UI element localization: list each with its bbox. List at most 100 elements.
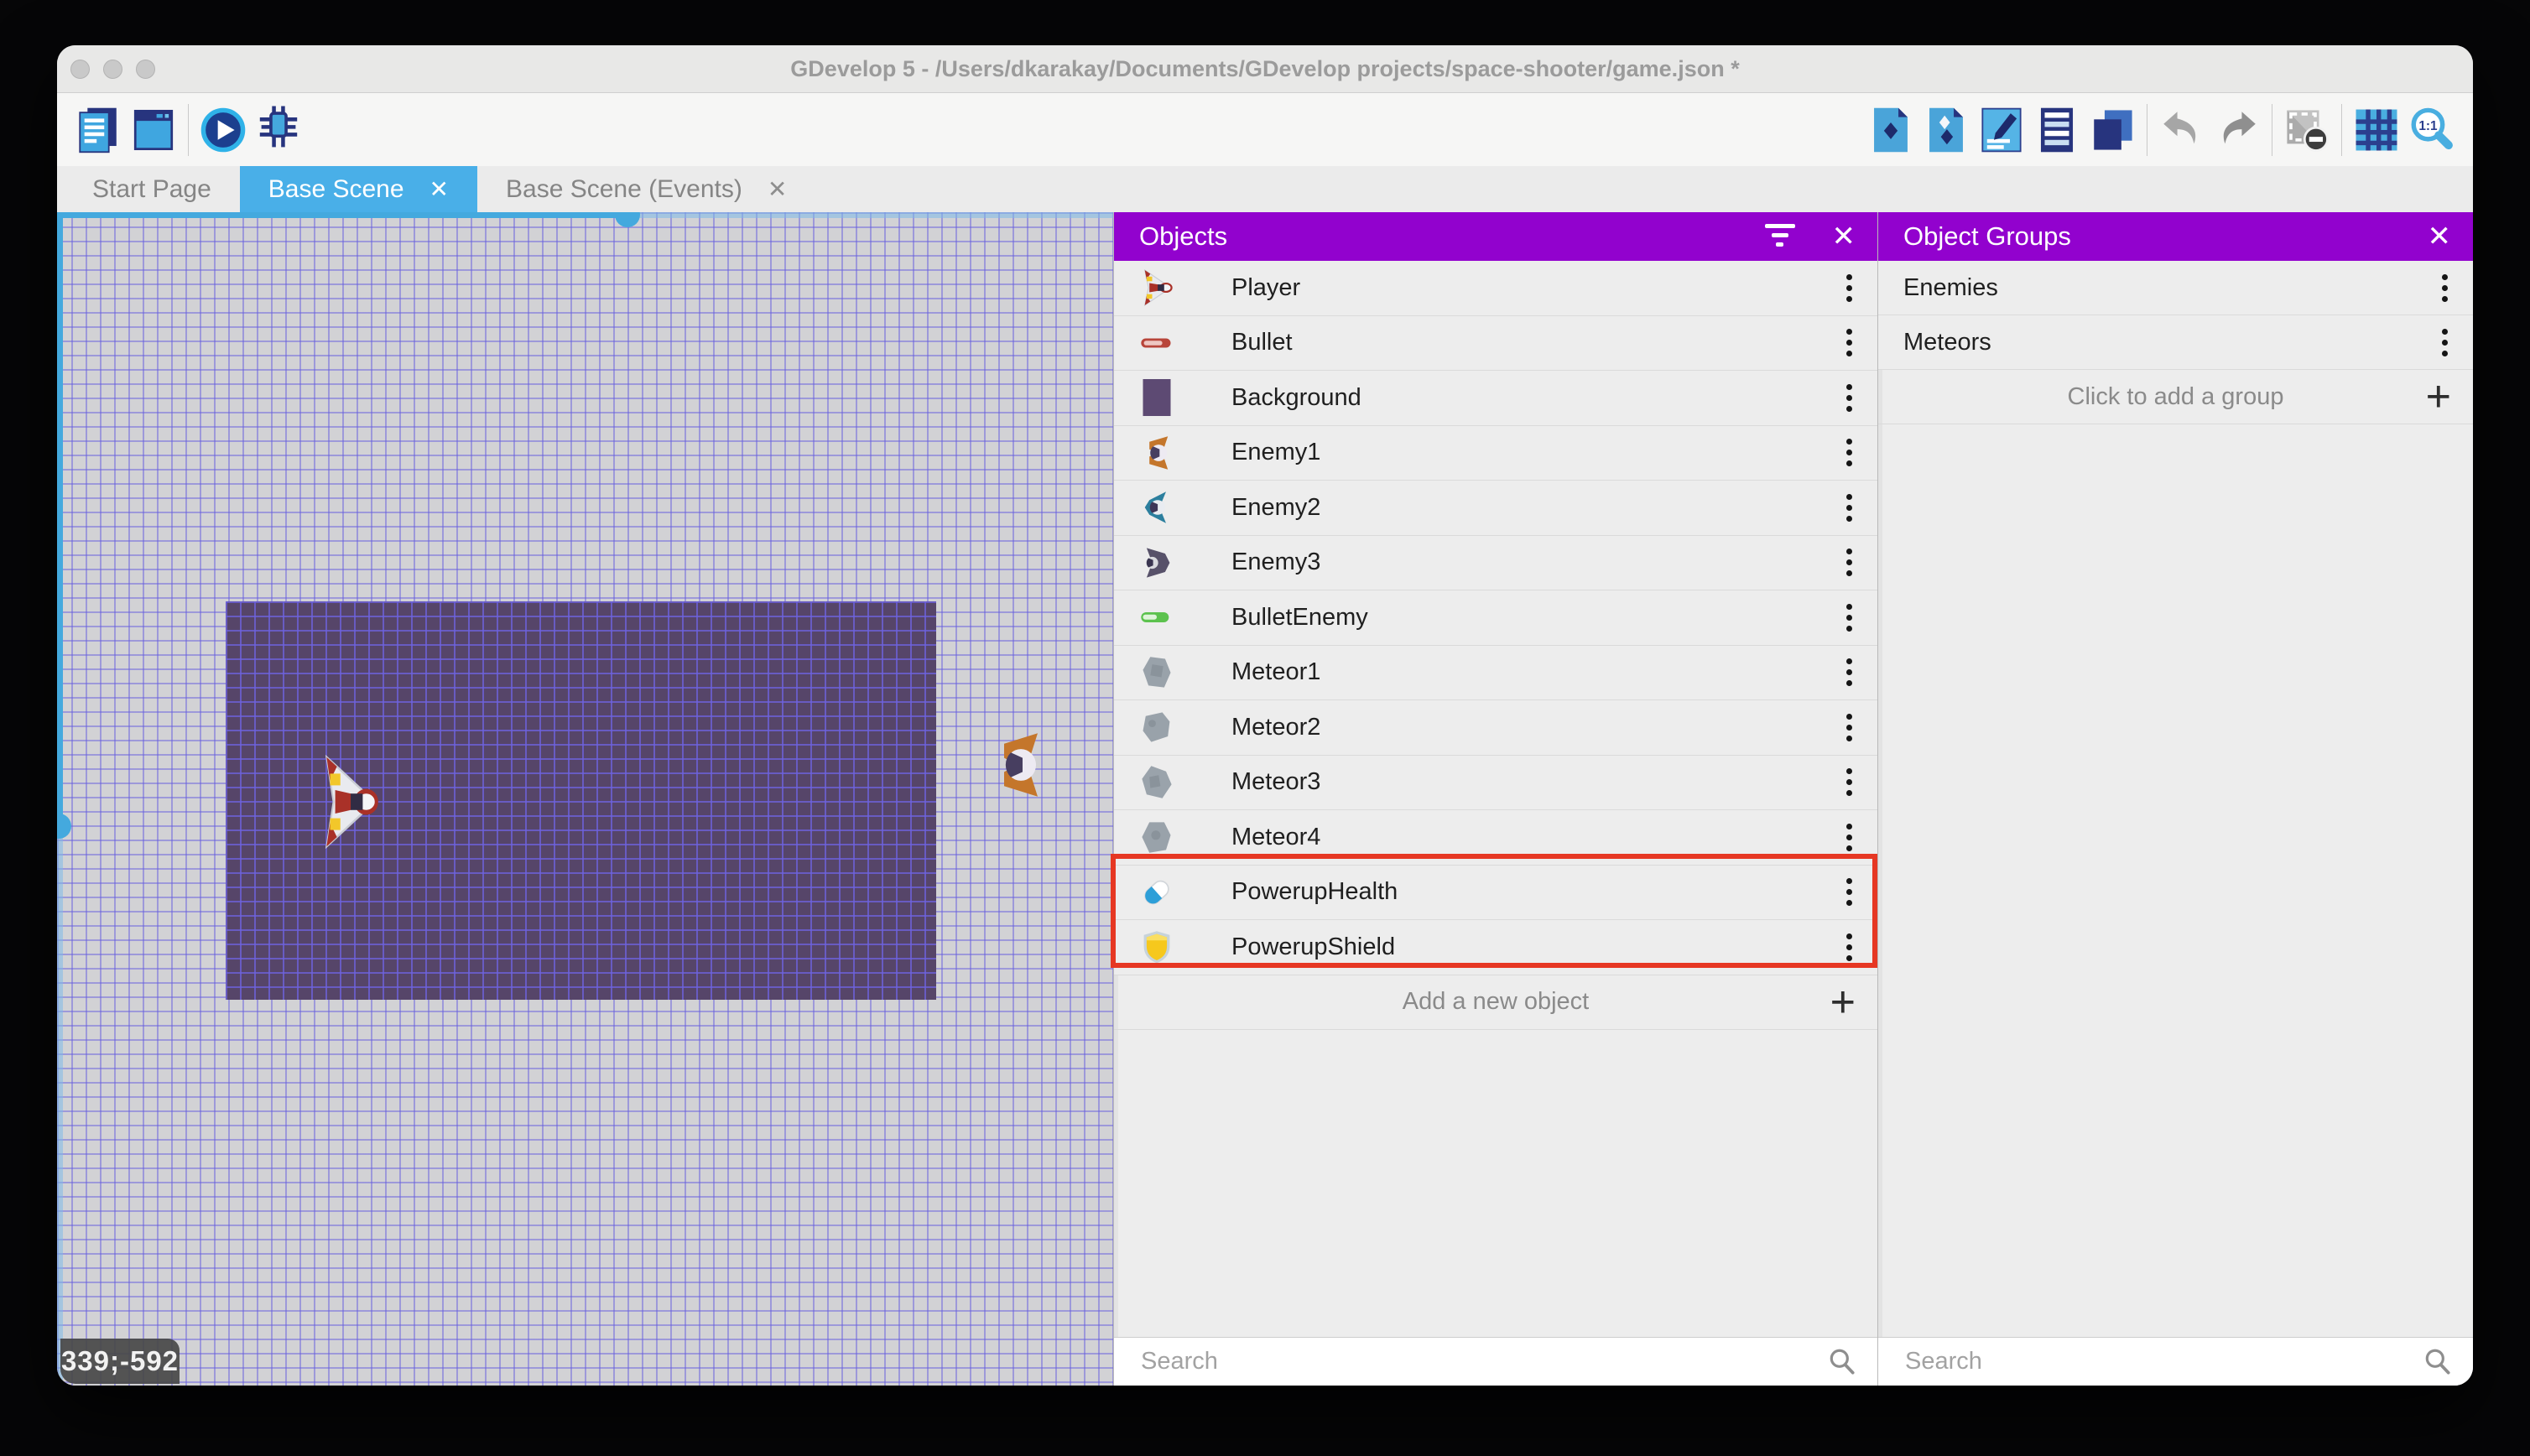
resize-handle-left[interactable] <box>57 814 71 839</box>
object-menu-button[interactable] <box>1846 273 1852 302</box>
properties-icon <box>1981 107 2022 152</box>
plus-icon[interactable]: + <box>2426 375 2451 419</box>
object-row-poweruphealth[interactable]: PowerupHealth <box>1114 865 1877 920</box>
enemy1-ship-icon <box>1004 733 1038 797</box>
objects-list: Player Bullet Background Enemy1 Enemy2 Enemy3… <box>1114 261 1877 975</box>
search-icon <box>2425 1349 2450 1375</box>
objects-search-input[interactable] <box>1139 1347 1827 1376</box>
add-object-label: Add a new object <box>1402 988 1590 1015</box>
object-menu-button[interactable] <box>1846 768 1852 797</box>
object-menu-button[interactable] <box>1846 878 1852 907</box>
tab-label: Base Scene (Events) <box>506 174 742 203</box>
plus-icon[interactable]: + <box>1830 980 1856 1024</box>
enemy1-instance[interactable] <box>984 730 1051 800</box>
cursor-coordinates: 339;-592 <box>60 1339 180 1384</box>
scene-canvas[interactable]: 339;-592 <box>57 212 1113 1386</box>
redo-icon <box>2223 111 2256 143</box>
object-menu-button[interactable] <box>1846 329 1852 357</box>
layers-button[interactable] <box>2085 102 2140 158</box>
objects-editor-button[interactable] <box>1863 102 1918 158</box>
object-groups-editor-button[interactable] <box>1918 102 1974 158</box>
editor-content: 339;-592 Objects ✕ Player Bullet Backgroun… <box>57 212 2473 1386</box>
objects-panel: Objects ✕ Player Bullet Background Enemy1 En… <box>1111 212 1877 1386</box>
debug-icon <box>259 105 298 147</box>
object-row-player[interactable]: Player <box>1114 261 1877 316</box>
layers-icon <box>2094 109 2132 150</box>
object-row-enemy2[interactable]: Enemy2 <box>1114 481 1877 536</box>
objects-panel-title: Objects <box>1139 221 1228 251</box>
player-ship-icon <box>1137 268 1176 307</box>
selection-edge-top <box>57 212 1113 218</box>
resize-handle-top[interactable] <box>615 212 640 227</box>
object-row-bulletenemy[interactable]: BulletEnemy <box>1114 590 1877 646</box>
object-menu-button[interactable] <box>1846 603 1852 632</box>
tab-start-page[interactable]: Start Page <box>64 166 240 212</box>
object-menu-button[interactable] <box>1846 823 1852 851</box>
group-menu-button[interactable] <box>2442 273 2448 302</box>
object-label: Meteor3 <box>1231 768 1321 796</box>
gdevelop-window: GDevelop 5 - /Users/dkarakay/Documents/G… <box>57 45 2473 1386</box>
group-menu-button[interactable] <box>2442 328 2448 356</box>
object-menu-button[interactable] <box>1846 383 1852 412</box>
instances-list-icon <box>2040 107 2074 152</box>
project-manager-icon <box>79 107 117 153</box>
filter-icon[interactable] <box>1763 224 1797 249</box>
preview-play-button[interactable] <box>195 102 251 158</box>
redo-button[interactable] <box>2210 102 2265 158</box>
zoom-1-1-icon: 1:1 <box>2411 107 2453 149</box>
object-groups-editor-icon <box>1929 107 1963 152</box>
undo-icon <box>2163 111 2196 143</box>
object-label: Background <box>1231 383 1361 411</box>
object-row-enemy1[interactable]: Enemy1 <box>1114 425 1877 481</box>
project-manager-button[interactable] <box>70 102 126 158</box>
object-row-meteor2[interactable]: Meteor2 <box>1114 700 1877 756</box>
object-row-meteor3[interactable]: Meteor3 <box>1114 755 1877 810</box>
undo-button[interactable] <box>2154 102 2210 158</box>
tab-base-scene[interactable]: Base Scene ✕ <box>239 166 478 212</box>
desktop: GDevelop 5 - /Users/dkarakay/Documents/G… <box>0 0 2530 1456</box>
object-menu-button[interactable] <box>1846 493 1852 522</box>
close-icon[interactable]: ✕ <box>1832 222 1856 251</box>
object-row-background[interactable]: Background <box>1114 371 1877 426</box>
object-menu-button[interactable] <box>1846 933 1852 961</box>
add-group-row[interactable]: Click to add a group + <box>1878 370 2473 424</box>
group-row-enemies[interactable]: Enemies <box>1878 261 2473 315</box>
toolbar-separator <box>188 103 189 156</box>
object-menu-button[interactable] <box>1846 439 1852 467</box>
object-menu-button[interactable] <box>1846 658 1852 687</box>
object-label: PowerupHealth <box>1231 878 1398 906</box>
groups-search-bar <box>1878 1337 2473 1386</box>
player-instance[interactable] <box>315 754 383 850</box>
group-row-meteors[interactable]: Meteors <box>1878 315 2473 370</box>
object-row-powerupshield[interactable]: PowerupShield <box>1114 920 1877 975</box>
tab-base-scene-events[interactable]: Base Scene (Events) ✕ <box>477 166 815 212</box>
window-mask-icon <box>2287 109 2329 152</box>
object-menu-button[interactable] <box>1846 713 1852 741</box>
tab-close-icon[interactable]: ✕ <box>768 175 787 203</box>
toolbar-separator <box>2341 103 2342 156</box>
close-icon[interactable]: ✕ <box>2428 222 2452 251</box>
objects-panel-header: Objects ✕ <box>1114 212 1877 261</box>
object-row-bullet[interactable]: Bullet <box>1114 315 1877 371</box>
properties-button[interactable] <box>1974 102 2029 158</box>
search-icon <box>1830 1349 1855 1375</box>
group-label: Meteors <box>1903 328 1991 356</box>
object-row-meteor4[interactable]: Meteor4 <box>1114 810 1877 866</box>
zoom-1-1-button[interactable]: 1:1 <box>2404 102 2460 158</box>
add-object-row[interactable]: Add a new object + <box>1114 975 1877 1030</box>
object-menu-button[interactable] <box>1846 549 1852 577</box>
window-mask-button[interactable] <box>2279 102 2335 158</box>
export-project-button[interactable] <box>126 102 181 158</box>
object-row-enemy3[interactable]: Enemy3 <box>1114 535 1877 590</box>
instances-list-button[interactable] <box>2029 102 2085 158</box>
object-groups-panel: Object Groups ✕ Enemies Meteors Click to … <box>1877 212 2473 1386</box>
main-toolbar: 1:1 <box>57 93 2473 166</box>
object-row-meteor1[interactable]: Meteor1 <box>1114 645 1877 700</box>
debug-button[interactable] <box>251 102 306 158</box>
tab-close-icon[interactable]: ✕ <box>429 175 449 203</box>
groups-list: Enemies Meteors <box>1878 261 2473 370</box>
object-label: Bullet <box>1231 329 1293 356</box>
grid-button[interactable] <box>2349 102 2404 158</box>
groups-search-input[interactable] <box>1903 1347 2423 1376</box>
object-label: PowerupShield <box>1231 933 1396 960</box>
